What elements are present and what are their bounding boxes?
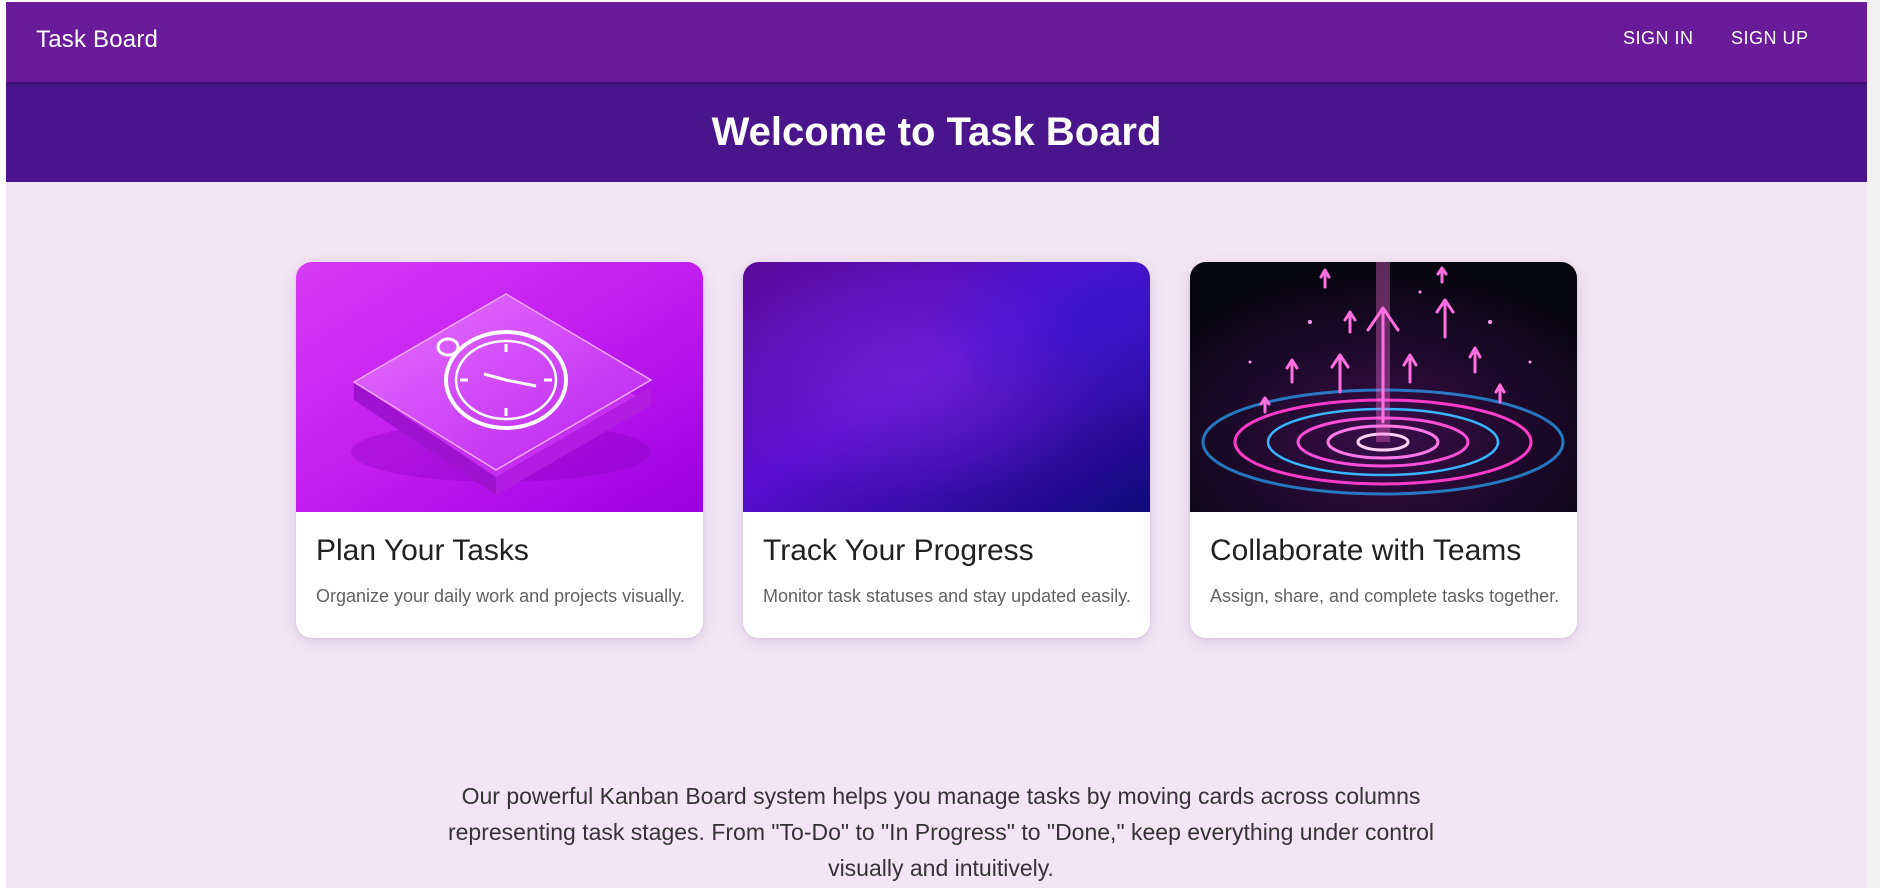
card-description: Monitor task statuses and stay updated e… <box>763 586 1131 606</box>
feature-card-track[interactable]: Track Your Progress Monitor task statuse… <box>743 262 1150 638</box>
vertical-scrollbar[interactable] <box>1867 0 1880 888</box>
card-title: Collaborate with Teams <box>1210 534 1522 567</box>
sign-in-button[interactable]: SIGN IN <box>1623 28 1694 49</box>
app-bar: Task Board SIGN IN SIGN UP <box>6 2 1867 82</box>
intro-paragraph: Our powerful Kanban Board system helps y… <box>447 783 1435 881</box>
feature-card-collaborate[interactable]: Collaborate with Teams Assign, share, an… <box>1190 262 1577 638</box>
sign-up-button[interactable]: SIGN UP <box>1731 28 1809 49</box>
feature-card-plan[interactable]: Plan Your Tasks Organize your daily work… <box>296 262 703 638</box>
stopwatch-icon <box>296 262 703 512</box>
card-title: Plan Your Tasks <box>316 534 529 567</box>
page: Task Board SIGN IN SIGN UP Welcome to Ta… <box>6 2 1867 888</box>
card-description: Assign, share, and complete tasks togeth… <box>1210 586 1560 606</box>
card-description: Organize your daily work and projects vi… <box>316 586 685 606</box>
hero-title: Welcome to Task Board <box>711 109 1162 154</box>
neon-arrows-icon <box>1190 262 1577 512</box>
hero-banner: Welcome to Task Board <box>6 82 1867 182</box>
purple-gradient-image <box>743 262 1150 512</box>
brand-title[interactable]: Task Board <box>36 26 158 54</box>
card-title: Track Your Progress <box>763 534 1034 567</box>
